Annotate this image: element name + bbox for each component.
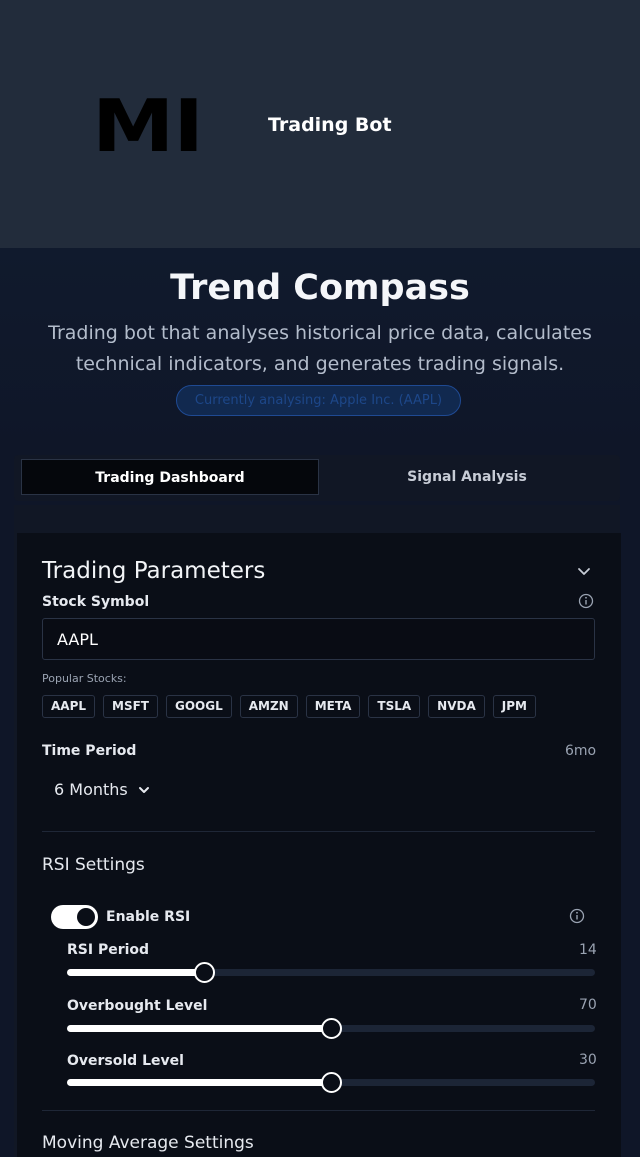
time-period-select[interactable]: 6 Months [42, 776, 140, 806]
tab-bar: Trading Dashboard Signal Analysis [14, 455, 620, 501]
rsi-period-value: 14 [579, 942, 597, 958]
tab-trading-dashboard[interactable]: Trading Dashboard [21, 459, 319, 495]
stock-chip-aapl[interactable]: AAPL [42, 695, 96, 718]
oversold-level-label: Oversold Level [67, 1053, 184, 1069]
parameters-title: Trading Parameters [42, 558, 266, 584]
hero-section: Trend Compass Trading bot that analyses … [0, 248, 640, 458]
chevron-down-icon[interactable] [137, 783, 151, 797]
stock-chip-msft[interactable]: MSFT [103, 695, 158, 718]
chevron-down-icon[interactable] [576, 563, 592, 579]
status-badge: Currently analysing: Apple Inc. (AAPL) [176, 385, 461, 416]
oversold-level-slider[interactable] [67, 1072, 595, 1093]
app-logo[interactable]: MI [92, 90, 204, 162]
overbought-level-label: Overbought Level [67, 998, 208, 1014]
info-icon[interactable] [569, 908, 585, 924]
oversold-level-value: 30 [579, 1052, 597, 1068]
app-name: Trading Bot [268, 114, 392, 136]
stock-chip-meta[interactable]: META [305, 695, 361, 718]
slider-fill [67, 1025, 331, 1032]
slider-thumb[interactable] [321, 1072, 342, 1093]
section-divider [42, 831, 595, 832]
stock-chip-amzn[interactable]: AMZN [239, 695, 298, 718]
stock-chip-jpm[interactable]: JPM [492, 695, 536, 718]
stock-symbol-label: Stock Symbol [42, 594, 150, 610]
slider-fill [67, 1079, 331, 1086]
enable-rsi-toggle[interactable] [51, 905, 98, 929]
moving-average-section-title: Moving Average Settings [42, 1133, 254, 1153]
rsi-period-label: RSI Period [67, 942, 150, 958]
app-header: MI Trading Bot [0, 0, 640, 248]
popular-stocks-list: AAPL MSFT GOOGL AMZN META TSLA NVDA JPM [42, 695, 536, 718]
stock-chip-tsla[interactable]: TSLA [368, 695, 421, 718]
popular-stocks-label: Popular Stocks: [42, 672, 127, 685]
info-icon[interactable] [578, 593, 594, 609]
stock-chip-googl[interactable]: GOOGL [165, 695, 232, 718]
rsi-section-title: RSI Settings [42, 855, 145, 875]
toggle-knob [77, 908, 95, 926]
overbought-level-slider[interactable] [67, 1018, 595, 1039]
time-period-label: Time Period [42, 743, 137, 759]
section-divider [42, 1110, 595, 1111]
enable-rsi-label: Enable RSI [106, 909, 191, 925]
stock-symbol-input[interactable] [42, 618, 595, 660]
tab-signal-analysis[interactable]: Signal Analysis [319, 459, 615, 495]
slider-fill [67, 969, 205, 976]
time-period-code: 6mo [565, 743, 597, 759]
page-description: Trading bot that analyses historical pri… [48, 322, 592, 375]
overbought-level-value: 70 [579, 997, 597, 1013]
slider-thumb[interactable] [321, 1018, 342, 1039]
page-title: Trend Compass [170, 268, 470, 308]
rsi-period-slider[interactable] [67, 962, 595, 983]
stock-chip-nvda[interactable]: NVDA [428, 695, 485, 718]
